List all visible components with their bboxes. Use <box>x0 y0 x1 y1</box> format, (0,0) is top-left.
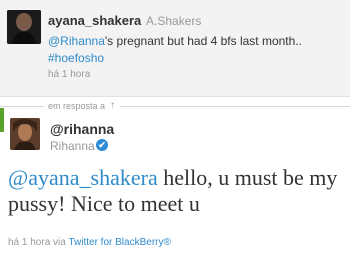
reply-label: em resposta a <box>48 101 106 111</box>
tweet-meta: há 1 hora via Twitter for BlackBerry® <box>8 237 171 248</box>
reply-separator: em resposta a ↑ <box>0 100 350 111</box>
main-tweet-text: @ayana_shakera hello, u must be my pussy… <box>8 165 342 217</box>
parent-display-name: A.Shakers <box>146 14 202 28</box>
divider <box>0 96 350 97</box>
avatar[interactable] <box>10 118 40 150</box>
avatar[interactable] <box>7 10 41 44</box>
separator-line-left <box>0 106 44 107</box>
parent-handle[interactable]: ayana_shakera <box>48 13 141 28</box>
main-display-name: Rihanna <box>50 139 95 153</box>
via-label: via <box>53 237 66 248</box>
verified-badge-icon: ✔ <box>96 139 108 151</box>
client-link[interactable]: Twitter for BlackBerry® <box>68 237 170 248</box>
timestamp[interactable]: há 1 hora <box>8 237 50 248</box>
mention-link[interactable]: @Rihanna <box>48 34 105 48</box>
timestamp[interactable]: há 1 hora <box>48 69 90 80</box>
separator-line-right <box>120 106 350 107</box>
up-arrow-icon: ↑ <box>110 100 115 111</box>
hashtag-link[interactable]: #hoefosho <box>48 51 104 65</box>
mention-link[interactable]: @ayana_shakera <box>8 165 158 190</box>
highlight-marker <box>0 108 4 132</box>
main-handle[interactable]: @rihanna <box>50 121 114 137</box>
tweet-text: 's pregnant but had 4 bfs last month.. <box>104 34 302 48</box>
parent-tweet: ayana_shakera A.Shakers @Rihanna's pregn… <box>0 0 350 96</box>
parent-tweet-text: @Rihanna's pregnant but had 4 bfs last m… <box>48 33 343 67</box>
